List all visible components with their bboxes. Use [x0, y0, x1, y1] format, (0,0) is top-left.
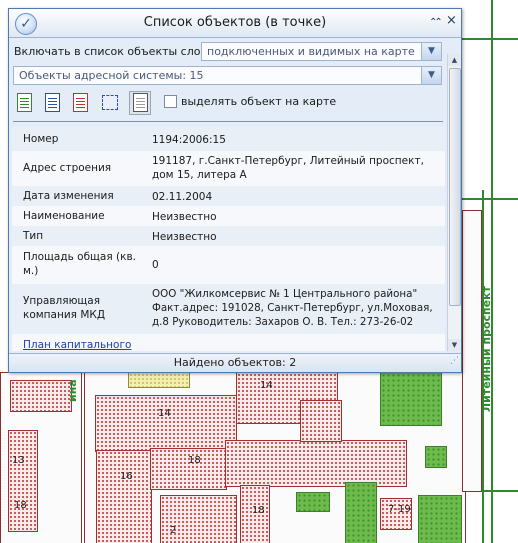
table-row: Дата изменения 02.11.2004: [12, 186, 445, 206]
map-building-number: 16: [120, 471, 133, 482]
table-row: Тип Неизвестно: [12, 226, 445, 246]
panel-title: Список объектов (в точке): [143, 15, 327, 30]
scroll-down-icon[interactable]: ▼: [448, 339, 461, 351]
map-building-number: 14: [260, 380, 273, 391]
chevron-up-icon: ⌃⌃: [429, 17, 443, 28]
row-value: 02.11.2004: [152, 191, 213, 203]
row-key: Адрес строения: [23, 162, 112, 174]
map-road: [491, 0, 493, 543]
table-row: Наименование Неизвестно: [12, 206, 445, 226]
map-road: [462, 198, 518, 200]
map-road: [482, 490, 518, 492]
map-street-label: Литейный проспект: [480, 286, 493, 412]
row-value: 1194:2006:15: [152, 134, 226, 146]
map-street-label: ина: [66, 379, 79, 402]
export-excel-icon: [17, 93, 32, 112]
map-building: [95, 395, 237, 452]
map-yellow-zone: [128, 372, 190, 388]
found-count-text: Найдено объектов: 2: [173, 356, 297, 369]
objects-select-value: Объекты адресной системы: 15: [19, 69, 204, 82]
export-pdf-icon: [73, 93, 88, 112]
row-value: Неизвестно: [152, 211, 217, 223]
vertical-scrollbar[interactable]: ▲ ▼: [447, 54, 461, 351]
map-green-zone: [418, 495, 462, 543]
map-building-number: 18: [14, 500, 27, 511]
table-row: Площадь общая (кв. м.) 0: [12, 246, 445, 284]
map-building-number: 14: [158, 408, 171, 419]
table-row: Адрес строения 191187, г.Санкт-Петербург…: [12, 151, 445, 186]
layers-select[interactable]: подключенных и видимых на карте ▼: [201, 42, 442, 61]
row-key: Управляющая компания МКД: [23, 295, 106, 321]
highlight-checkbox[interactable]: [164, 95, 177, 108]
highlight-label[interactable]: выделять объект на карте: [181, 95, 336, 108]
capital-repair-plan-link[interactable]: План капитального ремонта: [23, 338, 138, 351]
select-area-icon: [102, 95, 118, 110]
map-green-zone: [345, 482, 377, 543]
row-key: Дата изменения: [23, 190, 114, 202]
row-value: 191187, г.Санкт-Петербург, Литейный прос…: [152, 155, 424, 181]
details-table: Номер 1194:2006:15 Адрес строения 191187…: [12, 127, 445, 351]
print-button[interactable]: [129, 91, 151, 115]
resize-grip-icon[interactable]: ⋰: [450, 352, 459, 370]
map-building: [8, 430, 38, 532]
objects-select[interactable]: Объекты адресной системы: 15 ▼: [13, 66, 442, 85]
close-icon: ×: [446, 13, 457, 28]
export-excel-button[interactable]: [13, 91, 35, 115]
row-value: ООО "Жилкомсервис № 1 Центрального район…: [152, 288, 433, 328]
export-word-button[interactable]: [41, 91, 63, 115]
map-building-number: 2: [170, 525, 177, 536]
export-pdf-button[interactable]: [69, 91, 91, 115]
scroll-thumb[interactable]: [449, 68, 461, 306]
close-button[interactable]: ×: [446, 14, 457, 28]
chevron-down-icon[interactable]: ▼: [421, 43, 441, 60]
objects-panel: ✓ Список объектов (в точке) ⌃⌃ × Включат…: [8, 8, 462, 373]
table-row: Номер 1194:2006:15: [12, 127, 445, 151]
map-building-number: 7-19: [388, 504, 411, 515]
map-building: [96, 450, 152, 543]
map-building: [300, 400, 342, 442]
map-building: [225, 440, 407, 487]
table-row: План капитального ремонта: [12, 334, 445, 351]
collapse-button[interactable]: ⌃⌃: [429, 15, 443, 30]
map-green-zone: [425, 446, 447, 468]
map-lot: [462, 210, 482, 492]
table-row: Управляющая компания МКД ООО "Жилкомсерв…: [12, 284, 445, 334]
map-building: [10, 380, 72, 412]
row-key: Площадь общая (кв. м.): [23, 251, 136, 277]
row-key: Номер: [23, 133, 59, 145]
map-road: [462, 38, 518, 40]
status-bar: Найдено объектов: 2 ⋰: [9, 353, 461, 372]
map-green-zone: [380, 372, 442, 426]
panel-titlebar[interactable]: ✓ Список объектов (в точке) ⌃⌃ ×: [9, 9, 461, 38]
row-key: Наименование: [23, 210, 105, 222]
select-area-button[interactable]: [99, 91, 121, 115]
map-green-zone: [296, 492, 330, 512]
map-building-number: 18: [188, 455, 201, 466]
chevron-down-icon[interactable]: ▼: [421, 67, 441, 84]
layers-label: Включать в список объекты слоев:: [14, 45, 218, 58]
row-value: Неизвестно: [152, 231, 217, 243]
print-icon: [133, 93, 148, 112]
map-building-number: 13: [12, 455, 25, 466]
row-value: 0: [152, 259, 159, 271]
map-building-number: 18: [252, 505, 265, 516]
row-key: Тип: [23, 230, 44, 242]
divider: [13, 121, 443, 122]
scroll-up-icon[interactable]: ▲: [448, 54, 461, 66]
export-word-icon: [45, 93, 60, 112]
layers-select-value: подключенных и видимых на карте: [207, 45, 415, 58]
